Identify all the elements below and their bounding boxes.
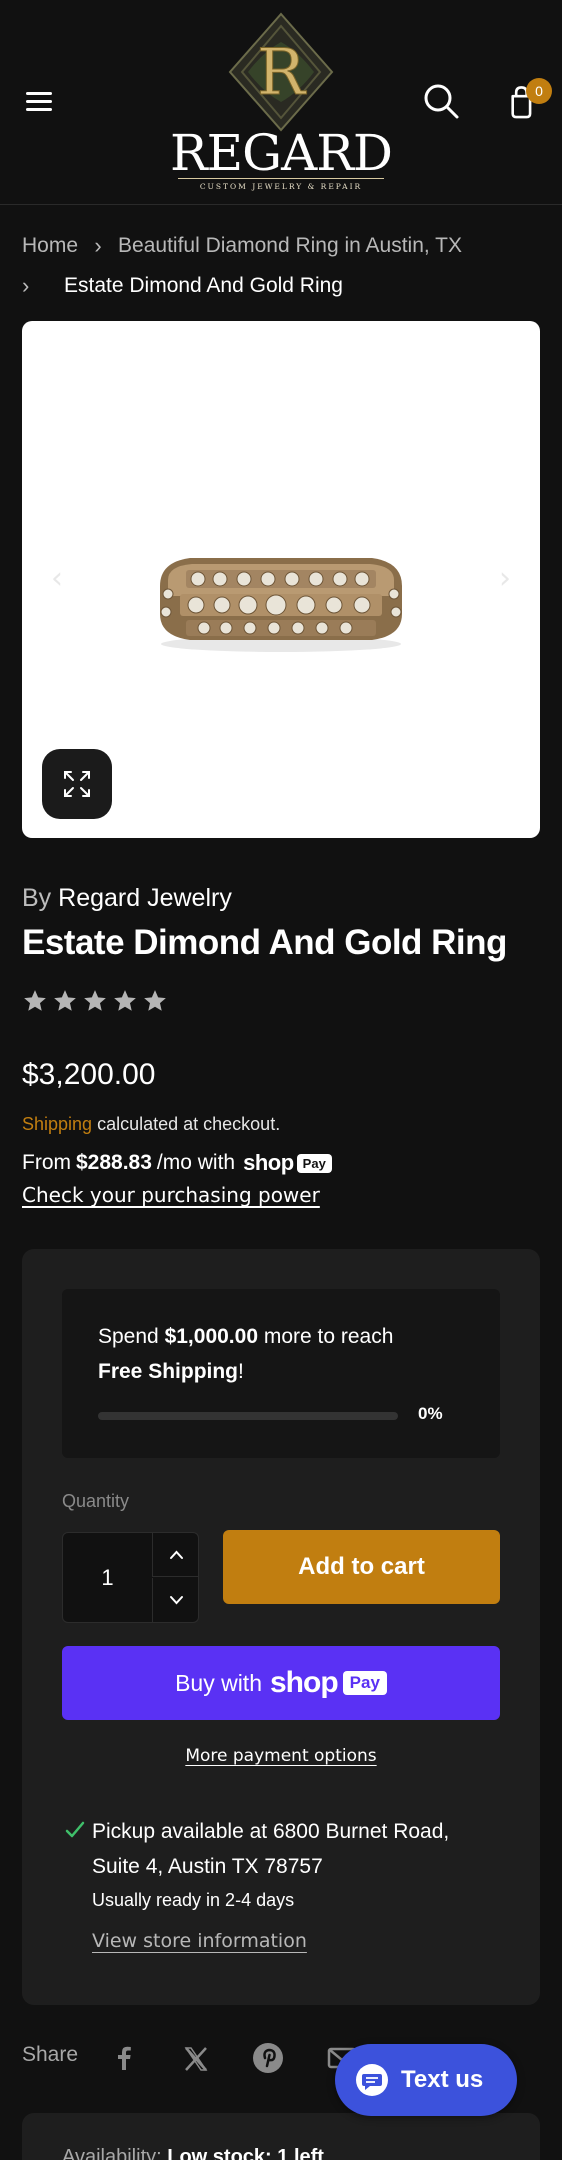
installment-suffix: /mo with <box>156 1151 236 1174</box>
shipping-policy-link[interactable]: Shipping <box>22 1114 92 1134</box>
buy-with-label: Buy with <box>175 1669 262 1696</box>
site-logo[interactable]: R REGARD CUSTOM JEWELRY & REPAIR <box>168 12 394 194</box>
search-icon[interactable] <box>422 82 460 122</box>
vendor-link[interactable]: Regard Jewelry <box>58 884 232 912</box>
shop-pay-logo: shop <box>243 1150 294 1175</box>
installment-prefix: From <box>22 1151 71 1174</box>
chevron-up-icon <box>170 1550 183 1559</box>
spend-amount: $1,000.00 <box>164 1325 259 1348</box>
free-shipping-message: Spend $1,000.00 more to reach Free Shipp… <box>98 1319 468 1389</box>
product-vendor: By Regard Jewelry <box>22 884 232 913</box>
logo-monogram-letter: R <box>257 36 307 110</box>
logo-monogram-icon: R <box>228 12 334 132</box>
installment-amount: $288.83 <box>76 1151 152 1174</box>
quantity-decrease-button[interactable] <box>152 1578 199 1622</box>
pickup-ready-time: Usually ready in 2-4 days <box>92 1890 295 1910</box>
star-icon <box>24 990 46 1011</box>
free-shipping-label: Free Shipping <box>98 1360 239 1383</box>
quantity-increase-button[interactable] <box>152 1533 199 1577</box>
free-shipping-end: ! <box>238 1360 244 1383</box>
progress-bar <box>98 1412 398 1420</box>
spend-prefix: Spend <box>98 1325 159 1348</box>
vendor-prefix: By <box>22 884 52 912</box>
progress-percent: 0% <box>418 1404 443 1423</box>
free-shipping-progress: Spend $1,000.00 more to reach Free Shipp… <box>62 1289 500 1458</box>
spend-suffix: more to reach <box>263 1325 394 1348</box>
availability-card: Availability: Low stock: 1 left <box>22 2113 540 2160</box>
shipping-note: Shipping calculated at checkout. <box>22 1114 280 1135</box>
shop-pay-installments: From $288.83 /mo with shop Pay <box>22 1150 332 1176</box>
text-us-chat-button[interactable]: Text us <box>335 2044 517 2116</box>
chevron-down-icon <box>170 1596 183 1605</box>
logo-wordmark: REGARD <box>170 124 393 182</box>
pinterest-icon[interactable] <box>250 2040 286 2076</box>
pay-badge: Pay <box>342 1671 387 1695</box>
site-header: R REGARD CUSTOM JEWELRY & REPAIR 0 <box>0 0 562 205</box>
checkmark-icon <box>65 1821 85 1838</box>
buy-box: Spend $1,000.00 more to reach Free Shipp… <box>22 1249 540 2005</box>
star-icon <box>144 990 166 1011</box>
menu-icon[interactable] <box>26 90 54 114</box>
facebook-icon[interactable] <box>106 2040 142 2076</box>
availability-value: Low stock: 1 left <box>167 2146 324 2160</box>
star-icon <box>54 990 76 1011</box>
shipping-note-text: calculated at checkout. <box>97 1114 281 1134</box>
breadcrumb: Home › Beautiful Diamond Ring in Austin,… <box>22 226 542 306</box>
more-payment-options-link[interactable]: More payment options <box>22 1746 540 1766</box>
product-price: $3,200.00 <box>22 1058 156 1091</box>
product-title: Estate Dimond And Gold Ring <box>22 923 507 962</box>
chat-bubble-icon <box>356 2064 388 2096</box>
gallery-next-arrow[interactable]: › <box>490 561 520 601</box>
expand-image-button[interactable] <box>42 749 112 819</box>
gallery-prev-arrow[interactable]: ‹ <box>42 561 72 601</box>
buy-with-shop-pay-button[interactable]: Buy with shop Pay <box>62 1646 500 1720</box>
share-label: Share <box>22 2043 79 2066</box>
purchasing-power-link[interactable]: Check your purchasing power <box>22 1183 320 1207</box>
text-us-label: Text us <box>401 2066 484 2093</box>
pickup-availability: Pickup available at 6800 Burnet Road, Su… <box>92 1820 450 1878</box>
breadcrumb-collection-link[interactable]: Beautiful Diamond Ring in Austin, TX <box>118 226 462 266</box>
product-gallery[interactable]: ‹ › <box>22 321 540 838</box>
chevron-right-icon: › <box>22 273 30 298</box>
cart-button[interactable]: 0 <box>504 78 552 124</box>
logo-divider <box>178 178 384 179</box>
add-to-cart-button[interactable]: Add to cart <box>223 1530 500 1604</box>
pay-badge: Pay <box>296 1153 332 1173</box>
rating-stars[interactable] <box>22 988 168 1014</box>
star-icon <box>114 990 136 1011</box>
availability-label: Availability: <box>62 2146 162 2160</box>
product-image-ring <box>160 558 402 652</box>
cart-count-badge: 0 <box>526 78 552 104</box>
availability-status: Availability: Low stock: 1 left <box>62 2146 324 2160</box>
logo-subtitle: CUSTOM JEWELRY & REPAIR <box>199 182 363 191</box>
quantity-input[interactable]: 1 <box>63 1533 152 1622</box>
chevron-right-icon: › <box>94 233 102 258</box>
star-icon <box>84 990 106 1011</box>
breadcrumb-home-link[interactable]: Home <box>22 226 78 266</box>
expand-icon <box>64 771 90 797</box>
quantity-label: Quantity <box>62 1491 130 1511</box>
view-store-information-link[interactable]: View store information <box>92 1930 307 1952</box>
breadcrumb-current: Estate Dimond And Gold Ring <box>64 274 343 297</box>
x-icon[interactable] <box>178 2040 214 2076</box>
shop-pay-logo: shop <box>270 1666 339 1699</box>
quantity-stepper: 1 <box>62 1532 199 1623</box>
